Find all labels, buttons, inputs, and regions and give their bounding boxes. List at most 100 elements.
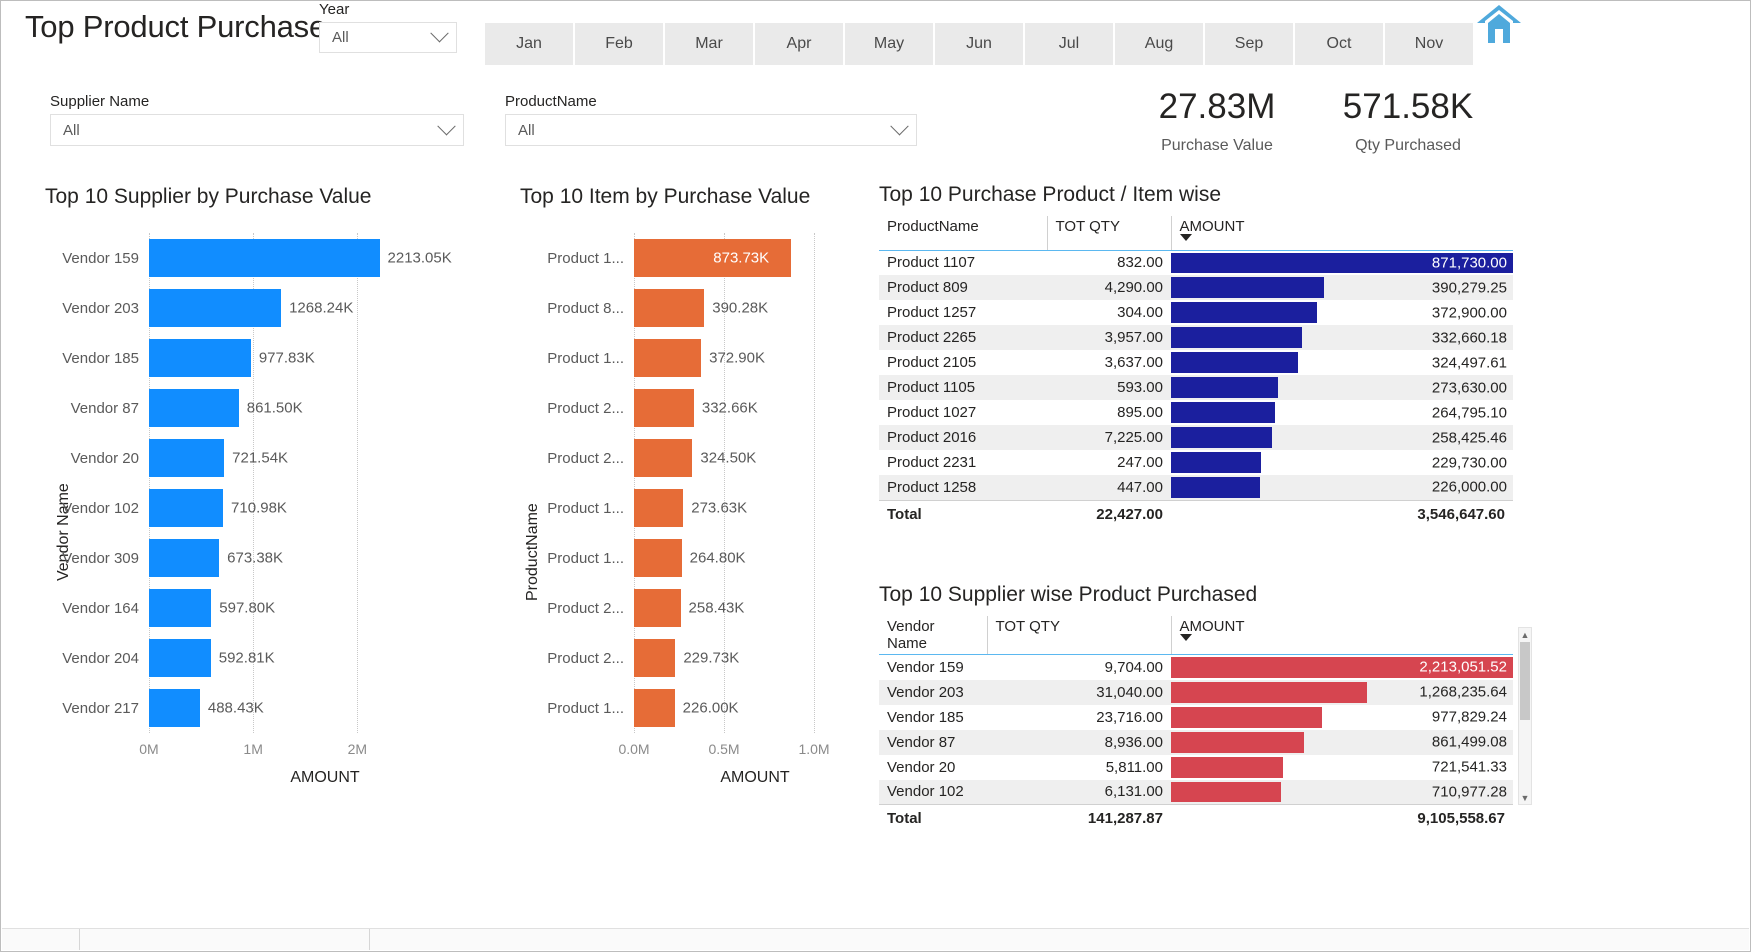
bar[interactable] xyxy=(149,689,200,727)
table-row[interactable]: Product 1258 447.00 226,000.00 xyxy=(879,475,1513,500)
month-tab-jan[interactable]: Jan xyxy=(485,23,573,65)
cell-amount: 871,730.00 xyxy=(1171,250,1513,275)
bar-row[interactable]: Vendor 164 597.80K xyxy=(31,583,501,633)
column-header-productname[interactable]: ProductName xyxy=(879,216,1048,251)
bar-category-label: Product 1... xyxy=(547,699,624,717)
column-header-amount[interactable]: AMOUNT xyxy=(1171,616,1513,655)
bar[interactable] xyxy=(634,539,682,577)
bar-row[interactable]: Vendor 185 977.83K xyxy=(31,333,501,383)
month-tab-sep[interactable]: Sep xyxy=(1205,23,1293,65)
cell-tot-qty: 304.00 xyxy=(1117,304,1163,321)
bar-row[interactable]: Product 1... 273.63K xyxy=(506,483,876,533)
month-tab-nov[interactable]: Nov xyxy=(1385,23,1473,65)
bar[interactable] xyxy=(634,339,702,377)
bar-row[interactable]: Vendor 203 1268.24K xyxy=(31,283,501,333)
table-row[interactable]: Vendor 159 9,704.00 2,213,051.52 xyxy=(879,655,1513,680)
table-row[interactable]: Product 1027 895.00 264,795.10 xyxy=(879,400,1513,425)
bar[interactable] xyxy=(634,289,705,327)
table-row[interactable]: Product 2231 247.00 229,730.00 xyxy=(879,450,1513,475)
bar-value-label: 488.43K xyxy=(207,699,264,717)
product-name-slicer-dropdown[interactable]: All xyxy=(505,114,917,146)
cell-tot-qty: 247.00 xyxy=(1117,454,1163,471)
bar-row[interactable]: Vendor 102 710.98K xyxy=(31,483,501,533)
column-header-vendor-name[interactable]: Vendor Name xyxy=(879,616,988,655)
bar-row[interactable]: Product 2... 258.43K xyxy=(506,583,876,633)
kpi-purchase-value-label: Purchase Value xyxy=(1161,137,1273,154)
bar-row[interactable]: Vendor 217 488.43K xyxy=(31,683,501,733)
bar-row[interactable]: Product 1... 264.80K xyxy=(506,533,876,583)
bar-category-label: Product 1... xyxy=(547,549,624,567)
status-bar-divider xyxy=(80,929,370,950)
table-row[interactable]: Product 2105 3,637.00 324,497.61 xyxy=(879,350,1513,375)
kpi-qty-purchased-label: Qty Purchased xyxy=(1355,137,1461,154)
sort-descending-icon xyxy=(1179,634,1192,641)
bar[interactable] xyxy=(634,489,684,527)
bar-row[interactable]: Product 2... 229.73K xyxy=(506,633,876,683)
bar[interactable] xyxy=(634,439,693,477)
bar[interactable] xyxy=(149,439,225,477)
bar-row[interactable]: Vendor 20 721.54K xyxy=(31,433,501,483)
scroll-down-icon[interactable]: ▼ xyxy=(1519,791,1531,804)
table-row[interactable]: Vendor 87 8,936.00 861,499.08 xyxy=(879,729,1513,755)
column-header-tot-qty[interactable]: TOT QTY xyxy=(987,616,1172,655)
bar[interactable] xyxy=(149,489,224,527)
month-tab-feb[interactable]: Feb xyxy=(575,23,663,65)
month-tab-mar[interactable]: Mar xyxy=(665,23,753,65)
x-axis-tick-label: 1M xyxy=(243,741,263,757)
bar-row[interactable]: Vendor 159 2213.05K xyxy=(31,233,501,283)
bar[interactable] xyxy=(149,539,220,577)
year-slicer[interactable]: Year All xyxy=(319,1,457,53)
bar[interactable] xyxy=(149,239,380,277)
home-icon[interactable] xyxy=(1473,1,1525,49)
bar-row[interactable]: Product 1... 873.73K xyxy=(506,233,876,283)
bar-row[interactable]: Vendor 204 592.81K xyxy=(31,633,501,683)
table-row[interactable]: Product 809 4,290.00 390,279.25 xyxy=(879,275,1513,300)
month-tab-jul[interactable]: Jul xyxy=(1025,23,1113,65)
month-tab-may[interactable]: May xyxy=(845,23,933,65)
table-row[interactable]: Vendor 102 6,131.00 710,977.28 xyxy=(879,779,1513,805)
bar[interactable] xyxy=(149,589,212,627)
supplier-name-slicer[interactable]: Supplier Name All xyxy=(50,93,464,146)
year-slicer-dropdown[interactable]: All xyxy=(319,22,457,53)
supplier-name-slicer-dropdown[interactable]: All xyxy=(50,114,464,146)
scroll-up-icon[interactable]: ▲ xyxy=(1519,628,1531,641)
table-row[interactable]: Product 1107 832.00 871,730.00 xyxy=(879,250,1513,275)
bar-row[interactable]: Product 8... 390.28K xyxy=(506,283,876,333)
product-name-slicer[interactable]: ProductName All xyxy=(505,93,917,146)
bar[interactable] xyxy=(634,389,694,427)
month-tab-oct[interactable]: Oct xyxy=(1295,23,1383,65)
bar-row[interactable]: Product 2... 332.66K xyxy=(506,383,876,433)
bar-track: 390.28K xyxy=(634,283,876,333)
bar[interactable] xyxy=(634,689,675,727)
scrollbar-thumb[interactable] xyxy=(1520,642,1530,720)
data-bar xyxy=(1171,352,1299,373)
bar-row[interactable]: Vendor 309 673.38K xyxy=(31,533,501,583)
table-row[interactable]: Product 2265 3,957.00 332,660.18 xyxy=(879,325,1513,350)
table-row[interactable]: Product 1105 593.00 273,630.00 xyxy=(879,375,1513,400)
bar[interactable] xyxy=(634,589,681,627)
column-header-tot-qty[interactable]: TOT QTY xyxy=(1047,216,1172,251)
bar-category-label: Product 1... xyxy=(547,349,624,367)
month-tab-aug[interactable]: Aug xyxy=(1115,23,1203,65)
bar-track: 861.50K xyxy=(149,383,501,433)
table-row[interactable]: Vendor 185 23,716.00 977,829.24 xyxy=(879,705,1513,730)
cell-amount-value: 977,829.24 xyxy=(1431,708,1507,726)
bar[interactable] xyxy=(149,639,211,677)
bar[interactable] xyxy=(149,289,282,327)
table-row[interactable]: Product 2016 7,225.00 258,425.46 xyxy=(879,425,1513,450)
month-tab-apr[interactable]: Apr xyxy=(755,23,843,65)
bar[interactable] xyxy=(634,639,676,677)
supplier-table-scrollbar[interactable]: ▲ ▼ xyxy=(1518,627,1532,805)
table-row[interactable]: Product 1257 304.00 372,900.00 xyxy=(879,300,1513,325)
bar-row[interactable]: Vendor 87 861.50K xyxy=(31,383,501,433)
month-tab-jun[interactable]: Jun xyxy=(935,23,1023,65)
bar[interactable] xyxy=(149,389,239,427)
bar-row[interactable]: Product 2... 324.50K xyxy=(506,433,876,483)
bar[interactable] xyxy=(149,339,251,377)
bar-row[interactable]: Product 1... 226.00K xyxy=(506,683,876,733)
bar-row[interactable]: Product 1... 372.90K xyxy=(506,333,876,383)
table-row[interactable]: Vendor 203 31,040.00 1,268,235.64 xyxy=(879,679,1513,705)
cell-name: Vendor 159 xyxy=(887,658,964,676)
column-header-amount[interactable]: AMOUNT xyxy=(1171,216,1513,251)
table-row[interactable]: Vendor 20 5,811.00 721,541.33 xyxy=(879,755,1513,780)
